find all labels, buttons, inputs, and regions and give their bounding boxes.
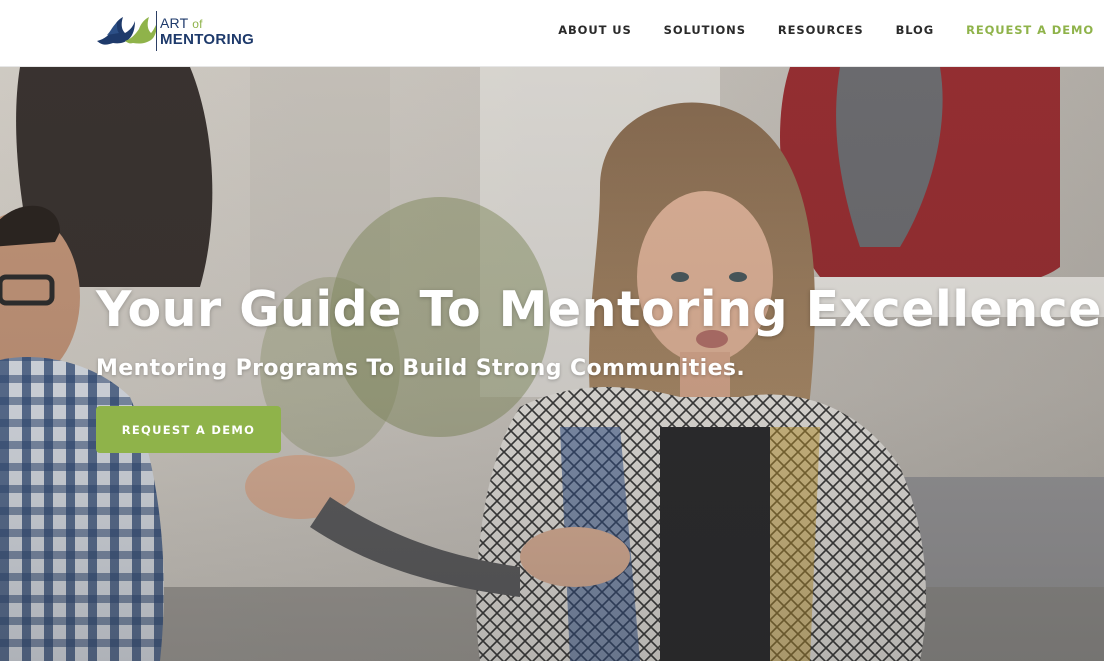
- site-logo[interactable]: ART of MENTORING: [95, 8, 265, 54]
- nav-item-resources[interactable]: RESOURCES: [778, 23, 864, 37]
- main-nav: ABOUT US SOLUTIONS RESOURCES BLOG REQUES…: [526, 0, 1104, 60]
- logo-of-text: of: [192, 16, 203, 31]
- nav-request-demo-link[interactable]: REQUEST A DEMO: [966, 23, 1094, 37]
- request-demo-button[interactable]: REQUEST A DEMO: [96, 406, 281, 453]
- hero-title: Your Guide To Mentoring Excellence.: [96, 281, 1104, 338]
- logo-divider: [156, 11, 157, 51]
- logo-art-text: ART: [160, 14, 189, 31]
- nav-item-blog[interactable]: BLOG: [896, 23, 935, 37]
- nav-item-solutions[interactable]: SOLUTIONS: [664, 23, 746, 37]
- hero-section: Your Guide To Mentoring Excellence. Ment…: [0, 67, 1104, 661]
- logo-wordmark: ART of MENTORING: [160, 16, 254, 47]
- flying-birds-logo-icon: [97, 17, 157, 45]
- site-header: ART of MENTORING ABOUT US SOLUTIONS RESO…: [0, 0, 1104, 67]
- hero-subtitle: Mentoring Programs To Build Strong Commu…: [96, 356, 746, 381]
- nav-item-about-us[interactable]: ABOUT US: [558, 23, 631, 37]
- logo-mentoring-text: MENTORING: [160, 30, 255, 48]
- logo-line-1: ART of: [160, 16, 254, 30]
